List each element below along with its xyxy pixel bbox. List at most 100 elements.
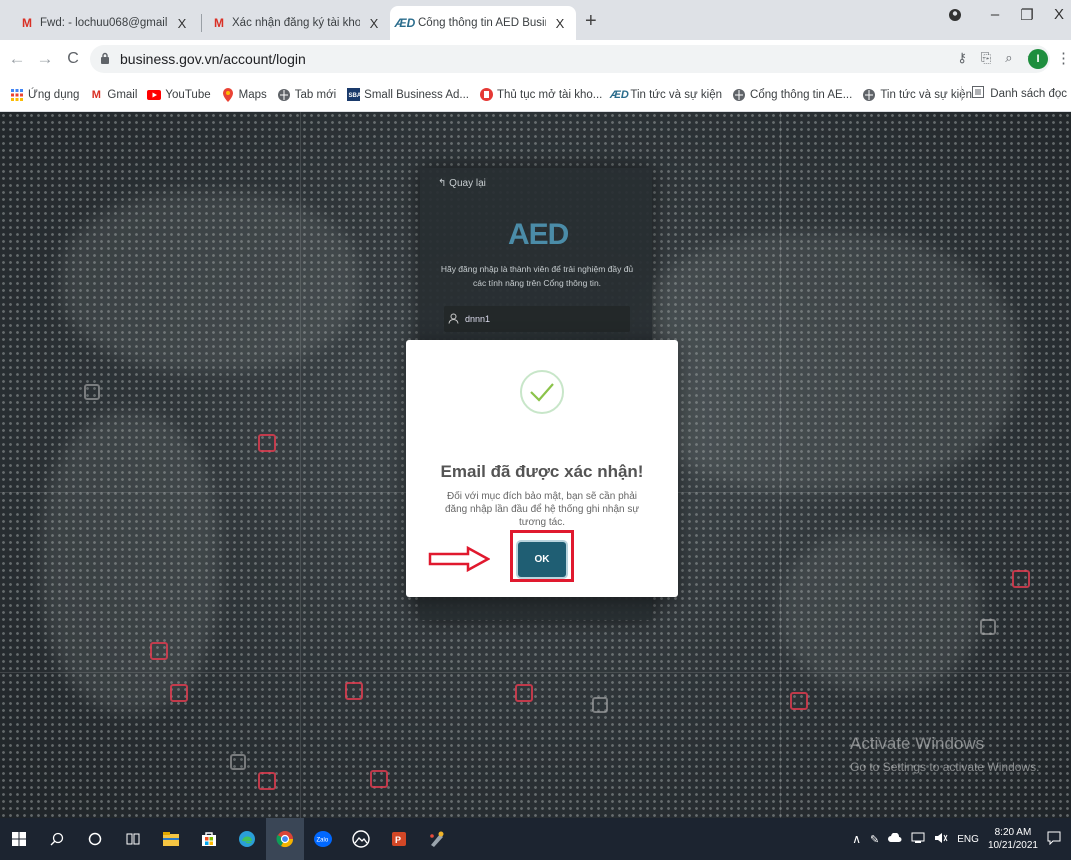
- youtube-icon: [147, 88, 162, 102]
- pen-icon[interactable]: ✎: [870, 833, 879, 846]
- username-value: dnnn1: [465, 314, 491, 324]
- tab-separator: [201, 14, 202, 32]
- globe-icon: [862, 88, 876, 102]
- map-marker: [345, 682, 363, 700]
- windows-start-icon[interactable]: [0, 818, 38, 860]
- map-marker: [370, 770, 388, 788]
- apps-grid-icon: [10, 88, 24, 102]
- tab-aed-portal[interactable]: ÆD Cổng thông tin AED Business Po X: [390, 6, 576, 40]
- notification-icon[interactable]: [1047, 831, 1061, 848]
- file-explorer-icon[interactable]: [152, 818, 190, 860]
- watermark-title: Activate Windows: [850, 734, 985, 753]
- bookmark-news-aed[interactable]: ÆD Tin tức và sự kiện: [610, 88, 723, 102]
- reply-arrow-icon: ↰: [438, 178, 447, 189]
- back-link-label: Quay lại: [449, 178, 486, 189]
- bookmark-label: Tab mới: [294, 88, 337, 101]
- grid-line: [780, 112, 781, 818]
- cloud-icon[interactable]: [888, 832, 902, 845]
- gmail-icon: M: [214, 16, 224, 30]
- watermark-subtitle: Go to Settings to activate Windows.: [850, 760, 1040, 774]
- clock[interactable]: 8:20 AM 10/21/2021: [988, 826, 1038, 852]
- bookmark-label: Maps: [238, 88, 267, 101]
- map-marker: [592, 697, 608, 713]
- tab-gmail-fwd[interactable]: M Fwd: - lochuu068@gmail.com - C X: [12, 6, 198, 40]
- map-marker: [258, 772, 276, 790]
- bookmark-news[interactable]: Tin tức và sự kiện: [862, 88, 972, 102]
- tab-title: Fwd: - lochuu068@gmail.com - C: [40, 17, 168, 29]
- reading-list-icon: [972, 86, 985, 101]
- edge-icon[interactable]: [228, 818, 266, 860]
- key-icon[interactable]: ⚷: [957, 50, 967, 66]
- paint-icon[interactable]: [418, 818, 456, 860]
- ok-button[interactable]: OK: [518, 542, 566, 577]
- map-marker: [790, 692, 808, 710]
- photos-icon[interactable]: [342, 818, 380, 860]
- svg-text:SBA: SBA: [348, 93, 360, 99]
- close-icon[interactable]: X: [552, 16, 568, 31]
- success-check-icon: [520, 370, 564, 414]
- svg-text:Zalo: Zalo: [317, 838, 329, 844]
- map-marker: [170, 684, 188, 702]
- new-tab-button[interactable]: +: [585, 11, 597, 31]
- search-icon[interactable]: [38, 818, 76, 860]
- forward-arrow-icon[interactable]: →: [34, 49, 56, 69]
- close-icon[interactable]: X: [174, 16, 190, 31]
- translate-icon[interactable]: ⎘: [981, 50, 991, 66]
- profile-avatar[interactable]: I: [1028, 49, 1048, 69]
- bookmark-maps[interactable]: Maps: [221, 87, 267, 102]
- bookmark-aed-portal[interactable]: Cổng thông tin AE...: [732, 88, 852, 102]
- bookmark-apps[interactable]: Ứng dụng: [10, 88, 79, 102]
- lock-icon[interactable]: [100, 52, 110, 67]
- grid-line: [0, 672, 1071, 673]
- page-viewport: ↰ Quay lại AED Hãy đăng nhập là thành vi…: [0, 112, 1071, 818]
- bookmark-new-tab[interactable]: Tab mới: [277, 88, 336, 102]
- confirmation-modal: Email đã được xác nhận! Đối với mục đích…: [406, 340, 678, 597]
- map-marker: [84, 384, 100, 400]
- reload-icon[interactable]: C: [62, 50, 84, 68]
- bookmark-sba[interactable]: SBA Small Business Ad...: [346, 88, 469, 102]
- cortana-icon[interactable]: [76, 818, 114, 860]
- profile-menu-icon[interactable]: [940, 8, 970, 26]
- address-bar[interactable]: business.gov.vn/account/login ⚷ ⎘ ⌕ ☆: [90, 45, 1050, 73]
- reading-list-button[interactable]: Danh sách đọc: [961, 86, 1067, 101]
- bookmark-label: Tin tức và sự kiện: [630, 88, 723, 101]
- browser-toolbar: ← → C business.gov.vn/account/login ⚷ ⎘ …: [0, 40, 1071, 78]
- tab-title: Cổng thông tin AED Business Po: [418, 17, 546, 29]
- bookmark-youtube[interactable]: YouTube: [147, 88, 211, 102]
- gmail-icon: M: [91, 88, 101, 101]
- restore-icon[interactable]: ❐: [1012, 6, 1042, 24]
- svg-text:P: P: [395, 835, 401, 845]
- zalo-icon[interactable]: Zalo: [304, 818, 342, 860]
- bookmark-label: Gmail: [107, 88, 138, 101]
- network-icon[interactable]: [911, 832, 925, 846]
- language-indicator[interactable]: ENG: [957, 834, 979, 845]
- bookmark-label: Thủ tục mở tài kho...: [497, 88, 603, 101]
- chevron-up-icon[interactable]: ∧: [852, 832, 861, 846]
- back-arrow-icon[interactable]: ←: [6, 49, 28, 69]
- powerpoint-icon[interactable]: P: [380, 818, 418, 860]
- modal-message: Đối với mục đích bảo mật, bạn sẽ cần phả…: [444, 491, 640, 528]
- close-icon[interactable]: X: [366, 16, 382, 31]
- back-link[interactable]: ↰ Quay lại: [438, 178, 486, 189]
- close-window-icon[interactable]: X: [1044, 6, 1071, 23]
- aed-logo: AED: [508, 218, 569, 251]
- login-description: Hãy đăng nhập là thành viên để trải nghi…: [440, 264, 634, 288]
- username-field[interactable]: dnnn1: [444, 306, 630, 332]
- globe-icon: [732, 88, 746, 102]
- map-marker: [150, 642, 168, 660]
- chrome-icon[interactable]: [266, 818, 304, 860]
- maps-pin-icon: [221, 87, 235, 102]
- menu-dots-icon[interactable]: ⋮: [1056, 49, 1071, 67]
- tab-title: Xác nhận đăng ký tài khoản - loc: [232, 17, 360, 29]
- map-marker: [515, 684, 533, 702]
- bookmark-procedure[interactable]: Thủ tục mở tài kho...: [479, 88, 602, 102]
- store-icon[interactable]: [190, 818, 228, 860]
- tab-gmail-confirm[interactable]: M Xác nhận đăng ký tài khoản - loc X: [204, 6, 390, 40]
- volume-icon[interactable]: [934, 832, 948, 847]
- minimize-icon[interactable]: –: [980, 6, 1010, 23]
- bookmark-label: Ứng dụng: [28, 88, 80, 101]
- clock-date: 10/21/2021: [987, 840, 1038, 851]
- task-view-icon[interactable]: [114, 818, 152, 860]
- zoom-icon[interactable]: ⌕: [1005, 50, 1012, 66]
- bookmark-gmail[interactable]: M Gmail: [89, 88, 138, 102]
